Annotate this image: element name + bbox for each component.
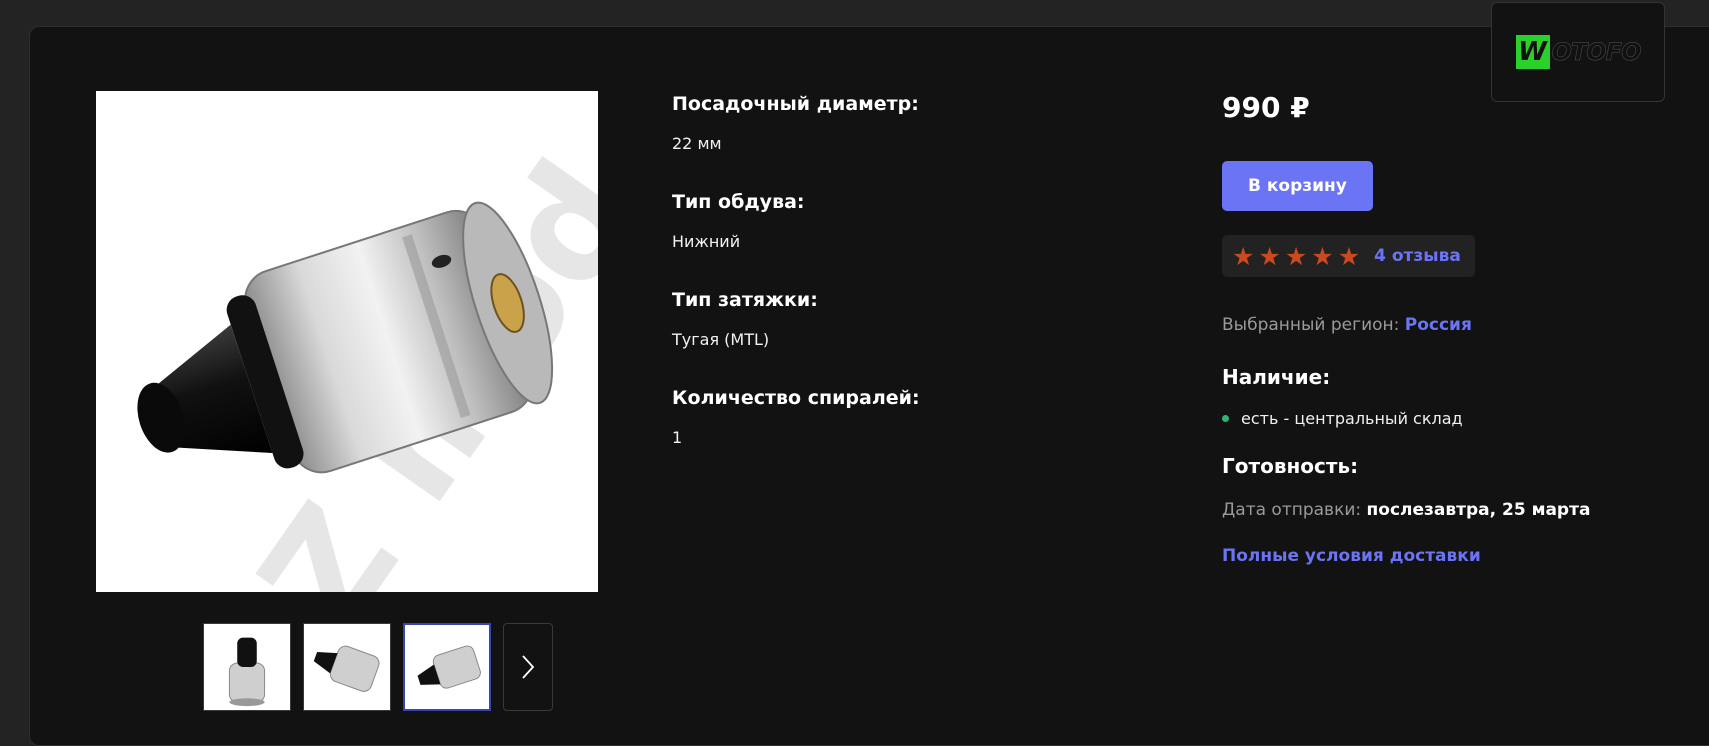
thumbnail-1[interactable] — [203, 623, 291, 711]
region-label: Выбранный регион: — [1222, 315, 1400, 335]
spec-value: 1 — [672, 428, 683, 447]
spec-label: Тип затяжки: — [672, 289, 818, 311]
spec-value: Нижний — [672, 232, 741, 251]
purchase-panel: 990 ₽ В корзину ★ ★ ★ ★ ★ 4 отзыва Выбра… — [1222, 89, 1642, 566]
readiness-title: Готовность: — [1222, 454, 1359, 478]
chevron-right-icon — [522, 655, 535, 679]
spec-value: 22 мм — [672, 134, 722, 153]
spec-value: Тугая (MTL) — [672, 330, 770, 349]
rating-summary: ★ ★ ★ ★ ★ 4 отзыва — [1222, 235, 1475, 277]
thumbnail-strip — [203, 623, 553, 711]
wotofo-logo: W OTOFO — [1515, 35, 1642, 69]
ship-date-value: послезавтра, 25 марта — [1366, 500, 1591, 520]
star-icon: ★ — [1258, 241, 1281, 271]
reviews-link[interactable]: 4 отзыва — [1374, 246, 1461, 266]
thumbnail-image — [313, 645, 380, 692]
star-icon: ★ — [1284, 241, 1308, 271]
specifications: Посадочный диаметр: 22 мм Тип обдува: Ни… — [672, 91, 1132, 483]
star-icon: ★ — [1311, 241, 1334, 271]
thumbnail-image — [417, 645, 481, 689]
ship-date-label: Дата отправки: — [1222, 500, 1362, 520]
thumbnail-2[interactable] — [303, 623, 391, 711]
ship-date: Дата отправки: послезавтра, 25 марта — [1222, 498, 1642, 522]
spec-item: Количество спиралей: 1 — [672, 385, 1132, 449]
thumbnail-3[interactable] — [403, 623, 491, 711]
region-line: Выбранный регион: Россия — [1222, 313, 1642, 337]
spec-item: Тип обдува: Нижний — [672, 189, 1132, 253]
rating-stars: ★ ★ ★ ★ ★ — [1232, 244, 1360, 269]
spec-label: Тип обдува: — [672, 191, 805, 213]
product-main-image[interactable]: Z mod — [96, 91, 598, 592]
brand-logo-mark: W — [1515, 35, 1550, 69]
spec-label: Количество спиралей: — [672, 387, 920, 409]
spec-item: Тип затяжки: Тугая (MTL) — [672, 287, 1132, 351]
star-icon: ★ — [1337, 241, 1361, 271]
brand-logo[interactable]: W OTOFO — [1491, 2, 1665, 102]
spec-item: Посадочный диаметр: 22 мм — [672, 91, 1132, 155]
availability-item: есть - центральный склад — [1222, 409, 1642, 428]
availability-text: есть - центральный склад — [1241, 409, 1463, 428]
spec-label: Посадочный диаметр: — [672, 93, 919, 115]
region-link[interactable]: Россия — [1405, 315, 1472, 335]
product-card: Z mod — [29, 26, 1709, 746]
add-to-cart-button[interactable]: В корзину — [1222, 161, 1373, 211]
brand-wordmark: OTOFO — [1551, 38, 1641, 67]
atomizer-photo: Z mod — [137, 132, 598, 592]
availability-title: Наличие: — [1222, 365, 1331, 389]
in-stock-dot-icon — [1222, 415, 1229, 422]
brand-logo-letter: W — [1518, 37, 1547, 67]
thumbnails-next-button[interactable] — [503, 623, 553, 711]
delivery-terms-link[interactable]: Полные условия доставки — [1222, 546, 1642, 566]
star-icon: ★ — [1232, 241, 1255, 271]
thumbnail-image — [228, 637, 266, 707]
